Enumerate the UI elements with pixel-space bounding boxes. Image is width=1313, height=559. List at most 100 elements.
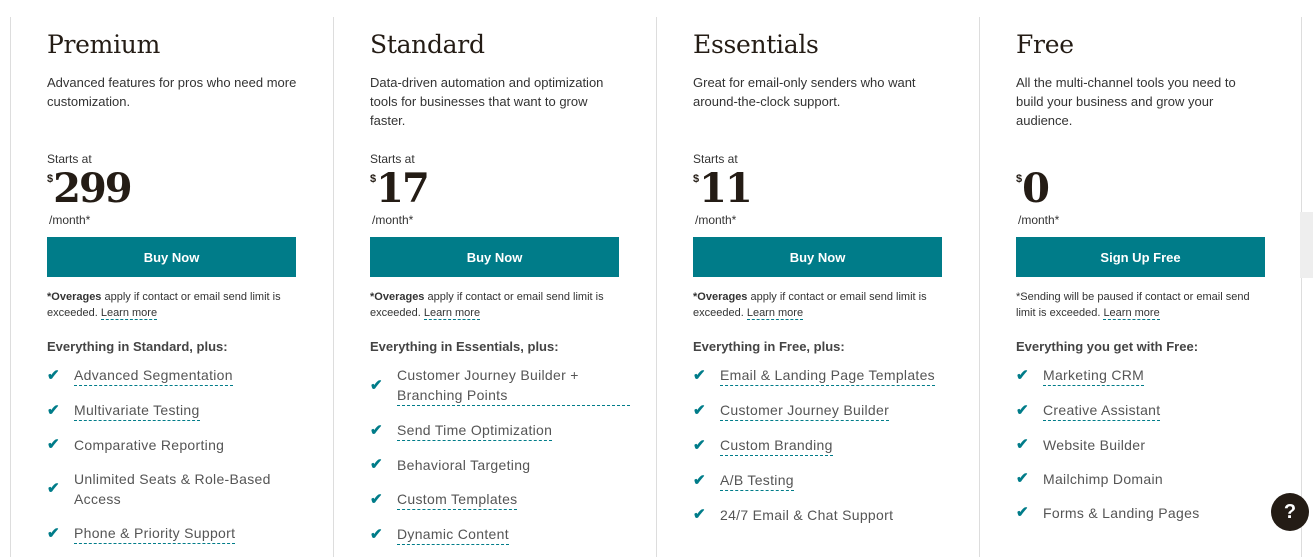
feature-item[interactable]: ✔ Marketing CRM <box>1016 365 1276 386</box>
check-icon: ✔ <box>1016 436 1029 453</box>
learn-more-link[interactable]: Learn more <box>746 307 804 320</box>
plan-description: Data-driven automation and optimization … <box>370 75 604 128</box>
feature-item: ✔ Forms & Landing Pages <box>1016 503 1276 523</box>
plan-price: $0 <box>1016 165 1050 212</box>
feature-item[interactable]: ✔ Custom Templates <box>370 489 630 510</box>
plan-price: $17 <box>370 167 430 211</box>
feature-label[interactable]: Custom Branding <box>720 435 833 456</box>
feature-item[interactable]: ✔ Multivariate Testing <box>47 400 307 421</box>
feature-label: Comparative Reporting <box>74 437 225 453</box>
feature-label: Mailchimp Domain <box>1043 471 1163 487</box>
plan-price: $299 <box>47 165 133 212</box>
learn-more-link[interactable]: Learn more <box>100 307 158 320</box>
check-icon: ✔ <box>693 506 706 523</box>
feature-label[interactable]: Multivariate Testing <box>74 400 200 421</box>
feature-label: Forms & Landing Pages <box>1043 505 1200 521</box>
price-amount: 299 <box>53 165 132 212</box>
buy-button[interactable]: Sign Up Free <box>1016 237 1265 277</box>
price-period: /month* <box>1018 213 1060 227</box>
overage-note: *Overages apply if contact or email send… <box>370 289 625 321</box>
feature-label[interactable]: Marketing CRM <box>1043 365 1145 386</box>
check-icon: ✔ <box>47 480 60 497</box>
feature-item[interactable]: ✔ Email & Landing Page Templates <box>693 365 953 386</box>
overage-note: *Sending will be paused if contact or em… <box>1016 289 1271 321</box>
feature-item[interactable]: ✔ Send Time Optimization <box>370 420 630 441</box>
check-icon: ✔ <box>693 366 706 384</box>
feature-item: ✔ Unlimited Seats & Role-Based Access <box>47 469 307 509</box>
plan-card-essentials: Essentials Great for email-only senders … <box>656 17 979 557</box>
check-icon: ✔ <box>47 366 60 384</box>
plan-card-standard: Standard Data-driven automation and opti… <box>333 17 656 557</box>
plan-card-free: Free All the multi-channel tools you nee… <box>979 17 1302 557</box>
feature-item: ✔ 24/7 Email & Chat Support <box>693 505 953 525</box>
plan-description: Advanced features for pros who need more… <box>47 75 297 109</box>
check-icon: ✔ <box>693 471 706 489</box>
check-icon: ✔ <box>370 456 383 473</box>
price-amount: 11 <box>699 165 753 212</box>
check-icon: ✔ <box>370 490 383 508</box>
feature-item: ✔ Mailchimp Domain <box>1016 469 1276 489</box>
check-icon: ✔ <box>47 401 60 419</box>
starts-at-label: Starts at <box>47 152 92 166</box>
plan-card-premium: Premium Advanced features for pros who n… <box>10 17 333 557</box>
price-amount: 0 <box>1022 165 1050 212</box>
plan-description: All the multi-channel tools you need to … <box>1016 75 1236 128</box>
feature-label[interactable]: A/B Testing <box>720 470 794 491</box>
check-icon: ✔ <box>47 436 60 453</box>
feature-label[interactable]: Send Time Optimization <box>397 420 553 441</box>
price-period: /month* <box>695 213 737 227</box>
feature-label[interactable]: Creative Assistant <box>1043 400 1161 421</box>
feature-label: Website Builder <box>1043 437 1146 453</box>
feature-list: ✔ Advanced Segmentation ✔ Multivariate Test… <box>47 365 307 558</box>
feature-item[interactable]: ✔ Customer Journey Builder + Branching Po… <box>370 365 630 406</box>
price-period: /month* <box>372 213 414 227</box>
learn-more-link[interactable]: Learn more <box>423 307 481 320</box>
overage-label: *Overages <box>693 291 748 303</box>
feature-list: ✔ Email & Landing Page Templates ✔ Customer… <box>693 365 953 539</box>
check-icon: ✔ <box>370 376 383 394</box>
plan-title: Standard <box>370 30 485 59</box>
feature-item[interactable]: ✔ Phone & Priority Support <box>47 523 307 544</box>
plan-title: Essentials <box>693 30 819 59</box>
learn-more-link[interactable]: Learn more <box>1103 307 1160 320</box>
feature-item[interactable]: ✔ Custom Branding <box>693 435 953 456</box>
feature-label: Unlimited Seats & Role-Based Access <box>74 471 271 507</box>
feature-item[interactable]: ✔ A/B Testing <box>693 470 953 491</box>
feature-list: ✔ Customer Journey Builder + Branching Po… <box>370 365 630 559</box>
price-period: /month* <box>49 213 91 227</box>
features-heading: Everything in Standard, plus: <box>47 339 228 354</box>
buy-button[interactable]: Buy Now <box>693 237 942 277</box>
feature-label: Behavioral Targeting <box>397 457 531 473</box>
overage-note: *Overages apply if contact or email send… <box>47 289 302 321</box>
starts-at-label: Starts at <box>370 152 415 166</box>
feature-label[interactable]: Customer Journey Builder + Branching Poi… <box>397 365 630 406</box>
check-icon: ✔ <box>1016 366 1029 384</box>
check-icon: ✔ <box>1016 470 1029 487</box>
buy-button[interactable]: Buy Now <box>370 237 619 277</box>
feature-label[interactable]: Dynamic Content <box>397 524 509 545</box>
feature-label[interactable]: Customer Journey Builder <box>720 400 890 421</box>
help-button[interactable]: ? <box>1271 493 1309 531</box>
feature-item: ✔ Comparative Reporting <box>47 435 307 455</box>
feature-item[interactable]: ✔ Creative Assistant <box>1016 400 1276 421</box>
starts-at-label: Starts at <box>693 152 738 166</box>
feature-item[interactable]: ✔ Dynamic Content <box>370 524 630 545</box>
features-heading: Everything in Essentials, plus: <box>370 339 559 354</box>
feature-label: 24/7 Email & Chat Support <box>720 507 894 523</box>
check-icon: ✔ <box>693 436 706 454</box>
features-heading: Everything in Free, plus: <box>693 339 845 354</box>
check-icon: ✔ <box>370 525 383 543</box>
feature-label[interactable]: Phone & Priority Support <box>74 523 236 544</box>
feature-label[interactable]: Email & Landing Page Templates <box>720 365 935 386</box>
check-icon: ✔ <box>370 421 383 439</box>
check-icon: ✔ <box>693 401 706 419</box>
plan-description: Great for email-only senders who want ar… <box>693 75 916 109</box>
feature-label[interactable]: Custom Templates <box>397 489 518 510</box>
side-feedback-tab[interactable] <box>1300 212 1313 278</box>
feature-item[interactable]: ✔ Customer Journey Builder <box>693 400 953 421</box>
feature-item[interactable]: ✔ Advanced Segmentation <box>47 365 307 386</box>
feature-label[interactable]: Advanced Segmentation <box>74 365 233 386</box>
buy-button[interactable]: Buy Now <box>47 237 296 277</box>
overage-label: *Overages <box>47 291 102 303</box>
pricing-plans: Premium Advanced features for pros who n… <box>10 17 1302 557</box>
